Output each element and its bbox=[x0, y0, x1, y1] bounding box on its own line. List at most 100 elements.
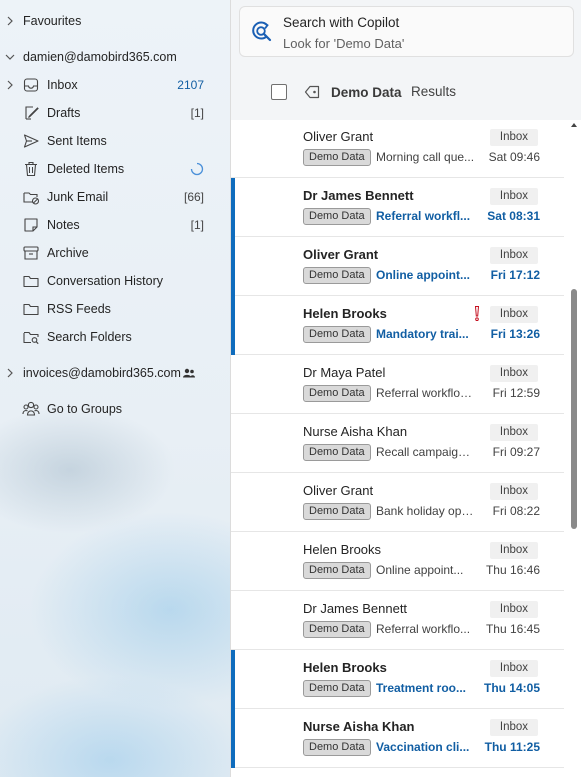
message-row[interactable]: Oliver Grant Inbox Demo Data Bank holiday o… bbox=[231, 473, 564, 532]
message-row[interactable]: Dr James Bennett Inbox Demo Data Referral w… bbox=[231, 591, 564, 650]
sidebar-item-notes[interactable]: Notes [1] bbox=[0, 211, 230, 239]
message-row[interactable]: Helen Brooks Inbox Demo Data Treatment roo.… bbox=[231, 650, 564, 709]
message-list-pane: Search with Copilot Look for 'Demo Data'… bbox=[230, 0, 581, 777]
message-row[interactable]: Oliver Grant Inbox Demo Data Morning call q… bbox=[231, 121, 564, 178]
go-to-groups[interactable]: Go to Groups bbox=[0, 395, 230, 423]
message-row[interactable]: Helen Brooks Inbox Demo Data Mandatory trai… bbox=[231, 296, 564, 355]
category-filter-name: Demo Data bbox=[331, 85, 402, 100]
scroll-up-icon[interactable] bbox=[570, 121, 578, 129]
message-row[interactable]: Oliver Grant Inbox Demo Data Online appoint… bbox=[231, 237, 564, 296]
chevron-right-icon[interactable] bbox=[4, 15, 16, 27]
message-sender: Oliver Grant bbox=[303, 247, 379, 262]
sidebar-item-label: Inbox bbox=[47, 78, 78, 92]
sidebar-item-label: Search Folders bbox=[47, 330, 132, 344]
scrollbar[interactable] bbox=[568, 121, 580, 777]
filter-bar: Demo Data Results bbox=[231, 74, 581, 110]
sidebar-item-label: Archive bbox=[47, 246, 89, 260]
sidebar-item-deleted-items[interactable]: Deleted Items bbox=[0, 155, 230, 183]
message-row[interactable]: Nurse Aisha Khan Inbox Demo Data Vaccinatio… bbox=[231, 709, 564, 768]
sidebar-item-label: Junk Email bbox=[47, 190, 109, 204]
folder-pane: Favourites damien@damobird365.com Inbox 2… bbox=[0, 0, 230, 777]
message-sender: Nurse Aisha Khan bbox=[303, 719, 415, 734]
copilot-search-box[interactable]: Search with Copilot Look for 'Demo Data' bbox=[239, 6, 574, 57]
message-time: Sat 08:31 bbox=[487, 209, 540, 223]
message-row[interactable]: Helen Brooks Inbox Demo Data Online appoint… bbox=[231, 532, 564, 591]
folder-badge: Inbox bbox=[490, 188, 538, 205]
account-label: invoices@damobird365.com bbox=[23, 366, 181, 380]
message-subject: Online appoint... bbox=[376, 563, 464, 577]
drafts-icon bbox=[25, 106, 39, 120]
sidebar-item-rss-feeds[interactable]: RSS Feeds bbox=[0, 295, 230, 323]
unread-count: [1] bbox=[190, 106, 204, 120]
folder-badge: Inbox bbox=[490, 660, 538, 677]
archive-icon bbox=[23, 246, 39, 260]
folder-badge: Inbox bbox=[490, 424, 538, 441]
sidebar-item-label: Drafts bbox=[47, 106, 81, 120]
category-tag[interactable]: Demo Data bbox=[303, 444, 371, 461]
sidebar-item-drafts[interactable]: Drafts [1] bbox=[0, 99, 230, 127]
folder-badge: Inbox bbox=[490, 719, 538, 736]
category-tag[interactable]: Demo Data bbox=[303, 680, 371, 697]
loading-spinner-icon bbox=[190, 162, 204, 176]
folder-badge: Inbox bbox=[490, 601, 538, 618]
message-subject: Bank holiday ope... bbox=[376, 504, 476, 518]
message-sender: Dr James Bennett bbox=[303, 601, 408, 616]
category-tag[interactable]: Demo Data bbox=[303, 208, 371, 225]
message-time: Fri 13:26 bbox=[490, 327, 540, 341]
message-subject: Morning call que... bbox=[376, 150, 475, 164]
message-time: Thu 16:45 bbox=[485, 622, 540, 636]
chevron-right-icon[interactable] bbox=[4, 79, 16, 91]
message-subject: Treatment roo... bbox=[376, 681, 467, 695]
folder-badge: Inbox bbox=[490, 483, 538, 500]
message-sender: Helen Brooks bbox=[303, 306, 387, 321]
folder-badge: Inbox bbox=[490, 365, 538, 382]
category-tag[interactable]: Demo Data bbox=[303, 267, 371, 284]
category-tag[interactable]: Demo Data bbox=[303, 739, 371, 756]
unread-indicator bbox=[231, 237, 235, 296]
sidebar-item-inbox[interactable]: Inbox 2107 bbox=[0, 71, 230, 99]
select-all-checkbox[interactable] bbox=[271, 84, 287, 100]
sidebar-item-archive[interactable]: Archive bbox=[0, 239, 230, 267]
inbox-icon bbox=[23, 78, 39, 92]
message-sender: Helen Brooks bbox=[303, 542, 382, 557]
sidebar-item-junk-email[interactable]: Junk Email [66] bbox=[0, 183, 230, 211]
message-time: Sat 09:46 bbox=[488, 150, 540, 164]
category-tag[interactable]: Demo Data bbox=[303, 385, 371, 402]
unread-count: [66] bbox=[183, 190, 204, 204]
category-tag[interactable]: Demo Data bbox=[303, 621, 371, 638]
sidebar-item-conversation-history[interactable]: Conversation History bbox=[0, 267, 230, 295]
high-importance-icon bbox=[474, 306, 480, 321]
copilot-search-subtitle: Look for 'Demo Data' bbox=[283, 36, 405, 51]
unread-indicator bbox=[231, 178, 235, 237]
message-time: Fri 12:59 bbox=[492, 386, 540, 400]
unread-indicator bbox=[231, 709, 235, 768]
copilot-search-title: Search with Copilot bbox=[283, 15, 400, 30]
category-tag[interactable]: Demo Data bbox=[303, 562, 371, 579]
account-header-damien[interactable]: damien@damobird365.com bbox=[0, 43, 230, 71]
message-time: Fri 09:27 bbox=[492, 445, 540, 459]
folder-icon bbox=[23, 275, 39, 288]
folder-badge: Inbox bbox=[490, 542, 538, 559]
category-tag[interactable]: Demo Data bbox=[303, 503, 371, 520]
category-tag[interactable]: Demo Data bbox=[303, 149, 371, 166]
sidebar-item-search-folders[interactable]: Search Folders bbox=[0, 323, 230, 351]
chevron-right-icon[interactable] bbox=[4, 367, 16, 379]
favourites-header[interactable]: Favourites bbox=[0, 7, 230, 35]
scroll-thumb[interactable] bbox=[571, 289, 577, 529]
message-time: Thu 14:05 bbox=[483, 681, 540, 695]
message-sender: Nurse Aisha Khan bbox=[303, 424, 408, 439]
folder-icon bbox=[23, 303, 39, 316]
folder-badge: Inbox bbox=[490, 306, 538, 323]
account-header-invoices[interactable]: invoices@damobird365.com bbox=[0, 359, 230, 387]
sidebar-item-label: Deleted Items bbox=[47, 162, 125, 176]
sidebar-item-sent-items[interactable]: Sent Items bbox=[0, 127, 230, 155]
category-tag[interactable]: Demo Data bbox=[303, 326, 371, 343]
message-time: Thu 16:46 bbox=[485, 563, 540, 577]
message-row[interactable]: Dr Maya Patel Inbox Demo Data Referral work… bbox=[231, 355, 564, 414]
chevron-down-icon[interactable] bbox=[4, 51, 16, 63]
message-row[interactable]: Nurse Aisha Khan Inbox Demo Data Recall cam… bbox=[231, 414, 564, 473]
unread-count: 2107 bbox=[177, 78, 204, 92]
message-time: Thu 11:25 bbox=[484, 740, 540, 754]
favourites-label: Favourites bbox=[23, 14, 82, 28]
message-row[interactable]: Dr James Bennett Inbox Demo Data Referral w… bbox=[231, 178, 564, 237]
